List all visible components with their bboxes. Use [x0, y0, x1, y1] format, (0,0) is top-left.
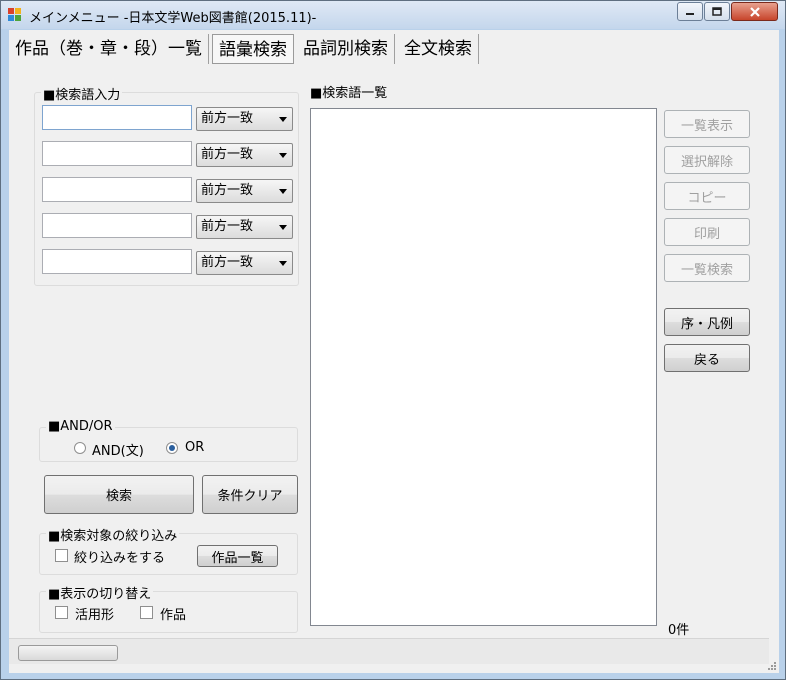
search-button[interactable]: 検索 — [44, 475, 194, 514]
match-select-1-value: 前方一致 — [201, 111, 254, 126]
and-radio[interactable] — [74, 442, 86, 454]
list-search-button[interactable]: 一覧検索 — [664, 254, 750, 282]
search-term-input-2[interactable] — [42, 141, 192, 166]
match-select-5-value: 前方一致 — [201, 255, 254, 270]
title-bar[interactable]: メインメニュー -日本文学Web図書館(2015.11)- — [1, 1, 785, 29]
copy-button[interactable]: コピー — [664, 182, 750, 210]
maximize-button[interactable] — [704, 2, 730, 21]
clear-conditions-button[interactable]: 条件クリア — [202, 475, 298, 514]
deselect-button[interactable]: 選択解除 — [664, 146, 750, 174]
filter-title: ■検索対象の絞り込み — [46, 525, 180, 544]
preface-button[interactable]: 序・凡例 — [664, 308, 750, 336]
search-term-input-4[interactable] — [42, 213, 192, 238]
menu-item-fulltext-search[interactable]: 全文検索 — [398, 34, 479, 64]
works-list-button[interactable]: 作品一覧 — [197, 545, 278, 567]
conjugation-checkbox-label: 活用形 — [75, 608, 115, 623]
dropdown-arrow-icon — [279, 117, 287, 122]
match-select-3[interactable]: 前方一致 — [196, 179, 293, 203]
search-term-input-1[interactable] — [42, 105, 192, 130]
scrollbar-thumb[interactable] — [18, 645, 118, 661]
main-window: メインメニュー -日本文学Web図書館(2015.11)- 作品（巻・章・段）一… — [0, 0, 786, 680]
or-radio-label: OR — [185, 440, 205, 455]
dropdown-arrow-icon — [279, 189, 287, 194]
filter-checkbox[interactable] — [55, 549, 68, 562]
search-term-input-5[interactable] — [42, 249, 192, 274]
results-title: ■検索語一覧 — [310, 86, 388, 101]
list-view-button[interactable]: 一覧表示 — [664, 110, 750, 138]
dropdown-arrow-icon — [279, 153, 287, 158]
andor-title: ■AND/OR — [46, 419, 115, 434]
minimize-icon — [686, 12, 694, 15]
results-count: 0件 — [668, 623, 690, 638]
app-icon — [8, 8, 21, 21]
match-select-1[interactable]: 前方一致 — [196, 107, 293, 131]
match-select-4[interactable]: 前方一致 — [196, 215, 293, 239]
search-input-title: ■検索語入力 — [41, 84, 123, 103]
client-area: 作品（巻・章・段）一覧 語彙検索 品詞別検索 全文検索 ■検索語入力 前方一致 … — [9, 30, 779, 673]
menu-item-work-list[interactable]: 作品（巻・章・段）一覧 — [9, 34, 209, 64]
filter-checkbox-label: 絞り込みをする — [74, 551, 166, 566]
or-radio[interactable] — [166, 442, 178, 454]
display-title: ■表示の切り替え — [46, 583, 154, 602]
match-select-4-value: 前方一致 — [201, 219, 254, 234]
and-radio-label: AND(文) — [92, 444, 144, 459]
menu-item-pos-search[interactable]: 品詞別検索 — [297, 34, 395, 64]
maximize-icon — [712, 7, 722, 16]
window-title: メインメニュー -日本文学Web図書館(2015.11)- — [29, 11, 317, 26]
match-select-3-value: 前方一致 — [201, 183, 254, 198]
horizontal-scrollbar[interactable] — [9, 638, 769, 664]
back-button[interactable]: 戻る — [664, 344, 750, 372]
dropdown-arrow-icon — [279, 261, 287, 266]
print-button[interactable]: 印刷 — [664, 218, 750, 246]
work-checkbox[interactable] — [140, 606, 153, 619]
search-term-input-3[interactable] — [42, 177, 192, 202]
menu-strip: 作品（巻・章・段）一覧 語彙検索 品詞別検索 全文検索 — [9, 34, 482, 68]
resize-grip-icon[interactable] — [765, 659, 777, 671]
match-select-5[interactable]: 前方一致 — [196, 251, 293, 275]
results-listbox[interactable] — [310, 108, 657, 626]
menu-item-vocab-search[interactable]: 語彙検索 — [212, 34, 294, 64]
match-select-2[interactable]: 前方一致 — [196, 143, 293, 167]
close-button[interactable] — [731, 2, 778, 21]
work-checkbox-label: 作品 — [160, 608, 187, 623]
dropdown-arrow-icon — [279, 225, 287, 230]
minimize-button[interactable] — [677, 2, 703, 21]
conjugation-checkbox[interactable] — [55, 606, 68, 619]
match-select-2-value: 前方一致 — [201, 147, 254, 162]
close-icon — [749, 6, 760, 17]
